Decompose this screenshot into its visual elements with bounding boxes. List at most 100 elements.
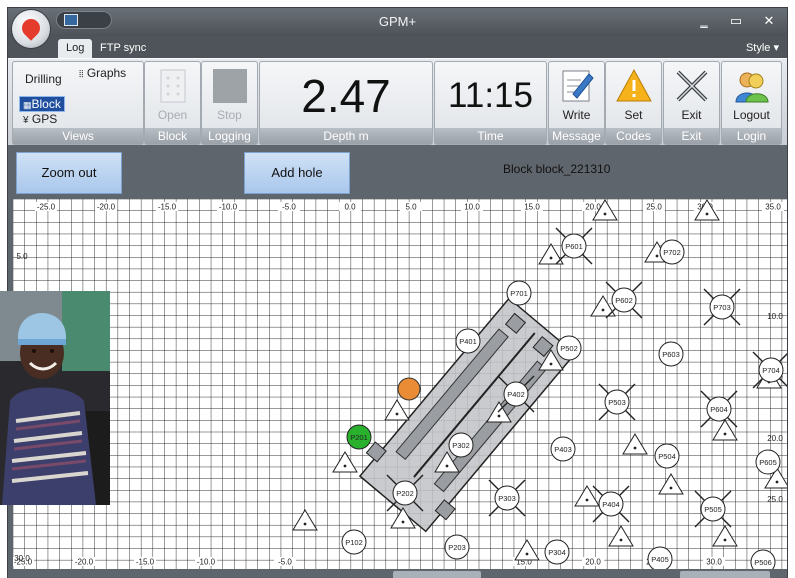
block-label: Block — [31, 97, 61, 111]
hole-cross-mark — [729, 288, 741, 300]
tab-ftp-sync[interactable]: FTP sync — [92, 39, 154, 58]
x-tick-label: -20.0 — [97, 203, 116, 212]
hole-triangle-dot — [601, 308, 605, 312]
maximize-button[interactable]: ▭ — [726, 13, 746, 29]
hole-triangle-dot — [723, 432, 727, 436]
drill-hole-label: P502 — [560, 344, 578, 353]
hole-cross-mark — [555, 227, 567, 239]
x-tick-label: 5.0 — [405, 203, 417, 212]
hole-triangle-dot — [445, 464, 449, 468]
drill-hole-label: P704 — [762, 366, 780, 375]
hole-triangle-dot — [549, 256, 553, 260]
x-tick-label: -5.0 — [282, 203, 296, 212]
drill-hole-label: P506 — [754, 558, 772, 567]
x-tick-label-bottom: 20.0 — [585, 558, 601, 567]
hole-cross-mark — [720, 516, 732, 528]
hole-cross-mark — [605, 281, 617, 293]
drill-hole-label: P505 — [704, 505, 722, 514]
drill-hole-label: P503 — [608, 398, 626, 407]
login-caption: Login — [722, 128, 781, 144]
hole-triangle-dot — [655, 254, 659, 258]
codes-caption: Codes — [606, 128, 661, 144]
drill-hole-label: P604 — [710, 405, 728, 414]
drill-hole-label: P405 — [651, 555, 669, 564]
hole-triangle-dot — [525, 552, 529, 556]
x-tick-label: -15.0 — [158, 203, 177, 212]
scrollbar-thumb-right[interactable] — [680, 571, 770, 578]
hole-cross-mark — [729, 314, 741, 326]
horizontal-scrollbar[interactable] — [8, 569, 787, 578]
hole-triangle-marker — [608, 525, 634, 547]
x-tick-label-bottom: 30.0 — [706, 558, 722, 567]
tab-log[interactable]: Log — [58, 39, 93, 58]
exit-group: Exit Exit — [663, 61, 720, 145]
set-codes-button[interactable]: Set — [606, 62, 661, 126]
hole-triangle-dot — [603, 212, 607, 216]
hole-triangle-dot — [303, 522, 307, 526]
hole-triangle-dot — [343, 464, 347, 468]
depth-group: 2.47 Depth m — [259, 61, 433, 145]
hole-cross-mark — [592, 485, 604, 497]
message-caption: Message — [549, 128, 604, 144]
scrollbar-thumb[interactable] — [393, 571, 481, 578]
login-group: Logout Login — [721, 61, 782, 145]
hole-cross-mark — [581, 227, 593, 239]
write-message-button[interactable]: Write — [549, 62, 604, 126]
exit-label: Exit — [681, 108, 702, 122]
exit-x-icon — [676, 70, 707, 102]
x-tick-label-bottom: -15.0 — [136, 558, 155, 567]
app-logo-icon — [18, 15, 44, 41]
codes-group: Set Codes — [605, 61, 662, 145]
hole-triangle-marker — [332, 451, 358, 473]
title-bar: GPM+ ‗ ▭ ✕ — [8, 8, 787, 36]
y-tick-label: 30.0 — [14, 554, 30, 563]
hole-triangle-marker — [292, 509, 318, 531]
open-block-button[interactable]: Open — [145, 62, 200, 126]
hole-triangle-marker — [384, 399, 410, 421]
style-menu[interactable]: Style ▾ — [746, 41, 779, 54]
window-title: GPM+ — [378, 14, 417, 29]
minimize-button[interactable]: ‗ — [694, 13, 714, 29]
stop-logging-button[interactable]: Stop — [202, 62, 257, 126]
block-toolbar: Zoom out Add hole Block block_221310 — [8, 145, 787, 199]
logout-label: Logout — [733, 108, 770, 122]
drill-position-marker — [397, 377, 421, 401]
drill-hole-label: P504 — [658, 452, 676, 461]
drill-hole-label: P303 — [498, 494, 516, 503]
exit-button[interactable]: Exit — [664, 62, 719, 126]
graphs-view-button[interactable]: ⦙⦙ Graphs — [79, 66, 126, 80]
set-label: Set — [624, 108, 643, 122]
hole-cross-mark — [514, 479, 526, 491]
gps-view-button[interactable]: ¥ GPS — [23, 112, 57, 126]
x-tick-label: 15.0 — [524, 203, 540, 212]
hole-triangle-marker — [712, 525, 738, 547]
app-window: GPM+ ‗ ▭ ✕ Log FTP sync Style ▾ Drilling… — [8, 8, 787, 578]
drill-hole-label: P401 — [459, 337, 477, 346]
block-view-button[interactable]: ▦Block — [19, 96, 65, 112]
time-value: 11:15 — [448, 76, 533, 115]
x-tick-label-bottom: -5.0 — [278, 558, 292, 567]
graphs-label: Graphs — [86, 66, 127, 80]
block-map[interactable]: -25.0 -20.0 -15.0 -10.0 -5.0 0.0 5.0 10.0 15.0 20… — [13, 199, 787, 569]
x-tick-label: 25.0 — [646, 203, 662, 212]
hole-triangle-marker — [514, 539, 540, 561]
views-group: Drilling ⦙⦙ Graphs ▦Block ¥ GPS Views — [12, 61, 144, 145]
app-menu-button[interactable] — [12, 10, 50, 48]
block-map-canvas[interactable]: -25.0 -20.0 -15.0 -10.0 -5.0 0.0 5.0 10.0 15.0 20… — [13, 199, 787, 569]
hole-triangle-dot — [619, 538, 623, 542]
hole-cross-mark — [631, 307, 643, 319]
drill-hole-label: P201 — [350, 433, 368, 442]
hole-cross-mark — [694, 490, 706, 502]
zoom-out-button[interactable]: Zoom out — [16, 152, 122, 194]
drill-hole-label: P102 — [345, 538, 363, 547]
gps-label: GPS — [31, 112, 58, 126]
gps-icon: ¥ — [23, 115, 29, 126]
exit-caption: Exit — [664, 128, 719, 144]
add-hole-button[interactable]: Add hole — [244, 152, 350, 194]
close-button[interactable]: ✕ — [759, 13, 779, 29]
logging-group: Stop Logging — [201, 61, 258, 145]
drilling-view-button[interactable]: Drilling — [25, 72, 62, 86]
logout-button[interactable]: Logout — [722, 62, 781, 126]
hole-cross-mark — [700, 416, 712, 428]
drill-hole-label: P605 — [759, 458, 777, 467]
